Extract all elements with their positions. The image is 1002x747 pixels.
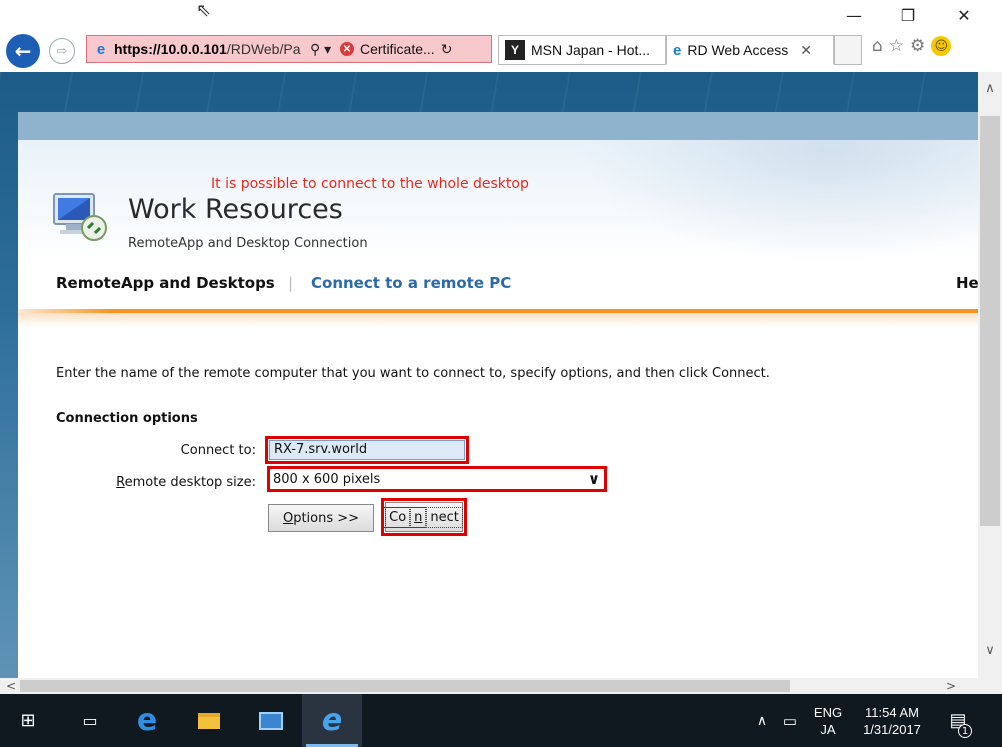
tab-msn-japan[interactable]: Y MSN Japan - Hot... [498, 35, 666, 65]
scroll-up-icon[interactable]: ∧ [978, 76, 1002, 100]
tab-label: MSN Japan - Hot... [531, 42, 651, 58]
ime-code: JA [820, 721, 836, 737]
action-center-icon[interactable]: ▤ [940, 694, 976, 747]
favorites-star-icon[interactable]: ☆ [889, 36, 904, 56]
connect-to-label: Connect to: [180, 443, 256, 458]
nav-separator: | [288, 274, 294, 292]
nav-underline-glow [18, 313, 978, 327]
button-label: ptions >> [293, 510, 360, 526]
highlight-connect-to [265, 436, 469, 464]
clock[interactable]: 11:54 AM 1/31/2017 [852, 694, 932, 747]
scroll-down-icon[interactable]: ∨ [978, 638, 1002, 662]
rdweb-page: It is possible to connect to the whole d… [18, 112, 978, 678]
msn-icon: Y [505, 40, 525, 60]
remote-size-label: Remote desktop size: [78, 475, 256, 490]
edge-icon[interactable]: e [124, 694, 170, 747]
file-explorer-icon[interactable] [186, 694, 232, 747]
forward-button[interactable]: ⇨ [49, 38, 75, 64]
internet-explorer-icon[interactable]: e [302, 694, 362, 747]
tab-rd-web-access[interactable]: e RD Web Access ✕ [666, 35, 834, 65]
nav-connect-remote-pc[interactable]: Connect to a remote PC [311, 274, 511, 292]
maximize-button[interactable]: ❐ [890, 4, 926, 26]
label-rest: emote desktop size: [124, 475, 256, 490]
browser-chrome: ⇖ — ❐ ✕ ← ⇨ e https://10.0.0.101/RDWeb/P… [0, 0, 1002, 72]
vertical-scroll-thumb[interactable] [980, 116, 1000, 526]
network-icon[interactable]: ▭ [778, 694, 802, 747]
remote-desktop-icon [53, 193, 107, 241]
page-viewport: It is possible to connect to the whole d… [0, 72, 978, 678]
url-host: https://10.0.0.101 [114, 41, 227, 57]
ie-tab-icon: e [673, 41, 682, 59]
page-nav: RemoteApp and Desktops | Connect to a re… [18, 262, 978, 314]
search-dropdown-icon[interactable]: ⚲ ▾ [310, 41, 336, 58]
horizontal-scrollbar[interactable]: < > [0, 678, 978, 694]
show-hidden-icons-chevron-icon[interactable]: ∧ [752, 694, 772, 747]
page-title: Work Resources [128, 194, 343, 225]
annotation-text: It is possible to connect to the whole d… [211, 176, 529, 192]
browser-toolbar-icons: ⌂ ☆ ⚙ ☺ [872, 36, 952, 56]
globe-background [578, 140, 978, 262]
settings-gear-icon[interactable]: ⚙ [910, 36, 925, 56]
highlight-connect-button [381, 498, 467, 536]
back-arrow-icon: ← [14, 39, 32, 63]
tab-label: RD Web Access [687, 42, 789, 58]
highlight-size-select [267, 466, 607, 492]
notification-count-badge: 1 [958, 724, 972, 738]
access-key: R [116, 475, 125, 490]
url-path: /RDWeb/Pa [226, 41, 301, 57]
new-tab-button[interactable] [834, 35, 862, 65]
options-button[interactable]: Options >> [268, 504, 374, 532]
scroll-right-icon[interactable]: > [940, 678, 962, 694]
access-key: O [282, 510, 294, 526]
close-window-button[interactable]: ✕ [946, 4, 982, 26]
certificate-error-icon[interactable]: ✕ [340, 42, 354, 56]
vertical-scrollbar[interactable]: ∧ ∨ [978, 72, 1002, 678]
page-subtitle: RemoteApp and Desktop Connection [128, 236, 368, 251]
nav-remoteapp-desktops[interactable]: RemoteApp and Desktops [56, 274, 275, 292]
horizontal-scroll-thumb[interactable] [20, 680, 790, 692]
address-bar[interactable]: e https://10.0.0.101/RDWeb/Pa ⚲ ▾ ✕ Cert… [86, 35, 492, 63]
input-language[interactable]: ENG JA [808, 694, 848, 747]
back-button[interactable]: ← [6, 34, 40, 68]
page-top-band [18, 112, 978, 140]
feedback-smiley-icon[interactable]: ☺ [931, 36, 952, 56]
clock-date: 1/31/2017 [863, 721, 921, 737]
ie-page-icon: e [96, 40, 106, 58]
refresh-icon[interactable]: ↻ [441, 41, 453, 58]
lang-code: ENG [813, 704, 843, 720]
nav-help[interactable]: He [956, 274, 978, 292]
certificate-error-label[interactable]: Certificate... [360, 41, 435, 57]
scrollbar-corner [978, 678, 1002, 694]
page-header: It is possible to connect to the whole d… [18, 140, 978, 262]
start-windows-icon[interactable]: ⊞ [8, 694, 48, 747]
address-url[interactable]: https://10.0.0.101/RDWeb/Pa [114, 41, 304, 57]
minimize-button[interactable]: — [836, 4, 872, 26]
home-icon[interactable]: ⌂ [872, 36, 883, 56]
tab-close-icon[interactable]: ✕ [800, 42, 812, 59]
forward-arrow-icon: ⇨ [56, 43, 68, 59]
task-view-icon[interactable]: ▭ [70, 694, 110, 747]
clock-time: 11:54 AM [865, 704, 919, 720]
scroll-left-icon[interactable]: < [0, 678, 22, 694]
connection-options-heading: Connection options [56, 411, 198, 426]
taskbar: ⊞ ▭ e e ∧ ▭ ENG JA 11:54 AM 1/31/2017 ▤ … [0, 694, 1002, 747]
server-manager-icon[interactable] [248, 694, 294, 747]
instruction-text: Enter the name of the remote computer th… [56, 366, 770, 381]
mouse-cursor-icon: ⇖ [196, 0, 212, 21]
